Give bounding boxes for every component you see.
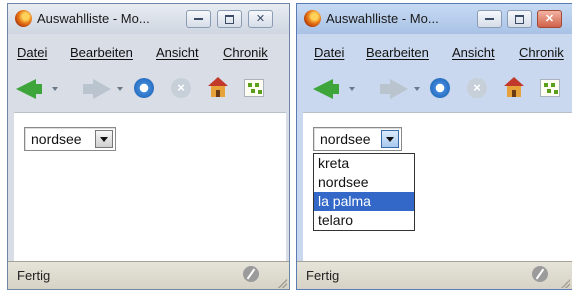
- back-arrow-shaft: [331, 84, 339, 94]
- reload-icon[interactable]: [430, 78, 450, 98]
- close-button[interactable]: ✕: [248, 10, 273, 28]
- option-telaro[interactable]: telaro: [314, 211, 414, 230]
- no-script-icon[interactable]: [532, 266, 548, 282]
- reload-icon[interactable]: [134, 78, 154, 98]
- extension-icon[interactable]: [540, 79, 560, 97]
- forward-arrow-icon[interactable]: [390, 79, 408, 99]
- menu-datei[interactable]: Datei: [314, 45, 344, 60]
- maximize-button[interactable]: [217, 10, 242, 28]
- back-history-dropdown-icon[interactable]: [52, 87, 58, 91]
- status-bar: Fertig: [8, 261, 289, 289]
- minimize-button[interactable]: [186, 10, 211, 28]
- menu-bar: Datei Bearbeiten Ansicht Chronik: [297, 42, 572, 64]
- forward-arrow-shaft: [83, 84, 93, 94]
- option-nordsee[interactable]: nordsee: [314, 173, 414, 192]
- back-arrow-icon[interactable]: [313, 79, 333, 99]
- no-script-icon[interactable]: [243, 266, 259, 282]
- forward-history-dropdown-icon[interactable]: [414, 87, 420, 91]
- location-select[interactable]: nordsee: [313, 127, 402, 151]
- resize-grip[interactable]: [560, 278, 570, 288]
- minimize-button[interactable]: [477, 10, 502, 28]
- option-la-palma[interactable]: la palma: [314, 192, 414, 211]
- home-icon[interactable]: [504, 77, 524, 99]
- select-dropdown-list: kreta nordsee la palma telaro: [313, 153, 415, 231]
- firefox-logo-icon: [304, 10, 321, 27]
- status-bar: Fertig: [297, 261, 572, 289]
- resize-grip[interactable]: [277, 278, 287, 288]
- navigation-toolbar: ×: [8, 70, 289, 110]
- forward-history-dropdown-icon[interactable]: [117, 87, 123, 91]
- title-bar[interactable]: Auswahlliste - Mo... ✕: [8, 4, 289, 34]
- maximize-button[interactable]: [507, 10, 532, 28]
- option-kreta[interactable]: kreta: [314, 154, 414, 173]
- stop-icon[interactable]: ×: [467, 78, 487, 98]
- forward-arrow-shaft: [380, 84, 390, 94]
- menu-chronik[interactable]: Chronik: [519, 45, 564, 60]
- menu-bearbeiten[interactable]: Bearbeiten: [366, 45, 429, 60]
- browser-window-left: Auswahlliste - Mo... ✕ Datei Bearbeiten …: [7, 3, 290, 290]
- chevron-down-icon[interactable]: [381, 130, 399, 148]
- page-content: nordsee: [14, 112, 286, 261]
- browser-window-right: Auswahlliste - Mo... ✕ Datei Bearbeiten …: [296, 3, 572, 290]
- menu-datei[interactable]: Datei: [17, 45, 47, 60]
- chevron-down-icon[interactable]: [95, 130, 113, 148]
- back-arrow-shaft: [34, 84, 42, 94]
- forward-arrow-icon[interactable]: [93, 79, 111, 99]
- navigation-toolbar: ×: [297, 70, 572, 110]
- menu-bearbeiten[interactable]: Bearbeiten: [70, 45, 133, 60]
- menu-ansicht[interactable]: Ansicht: [156, 45, 199, 60]
- menu-bar: Datei Bearbeiten Ansicht Chronik: [8, 42, 289, 64]
- back-history-dropdown-icon[interactable]: [349, 87, 355, 91]
- window-title: Auswahlliste - Mo...: [37, 11, 150, 26]
- window-title: Auswahlliste - Mo...: [326, 11, 439, 26]
- page-content: nordsee kreta nordsee la palma telaro: [303, 112, 572, 261]
- firefox-logo-icon: [15, 10, 32, 27]
- back-arrow-icon[interactable]: [16, 79, 36, 99]
- select-value: nordsee: [31, 131, 82, 147]
- menu-ansicht[interactable]: Ansicht: [452, 45, 495, 60]
- location-select[interactable]: nordsee: [24, 127, 116, 151]
- select-value: nordsee: [320, 131, 371, 147]
- status-text: Fertig: [17, 268, 51, 283]
- home-icon[interactable]: [208, 77, 228, 99]
- status-text: Fertig: [306, 268, 340, 283]
- close-button[interactable]: ✕: [537, 10, 562, 28]
- extension-icon[interactable]: [244, 79, 264, 97]
- stop-icon[interactable]: ×: [171, 78, 191, 98]
- title-bar[interactable]: Auswahlliste - Mo... ✕: [297, 4, 572, 34]
- menu-chronik[interactable]: Chronik: [223, 45, 268, 60]
